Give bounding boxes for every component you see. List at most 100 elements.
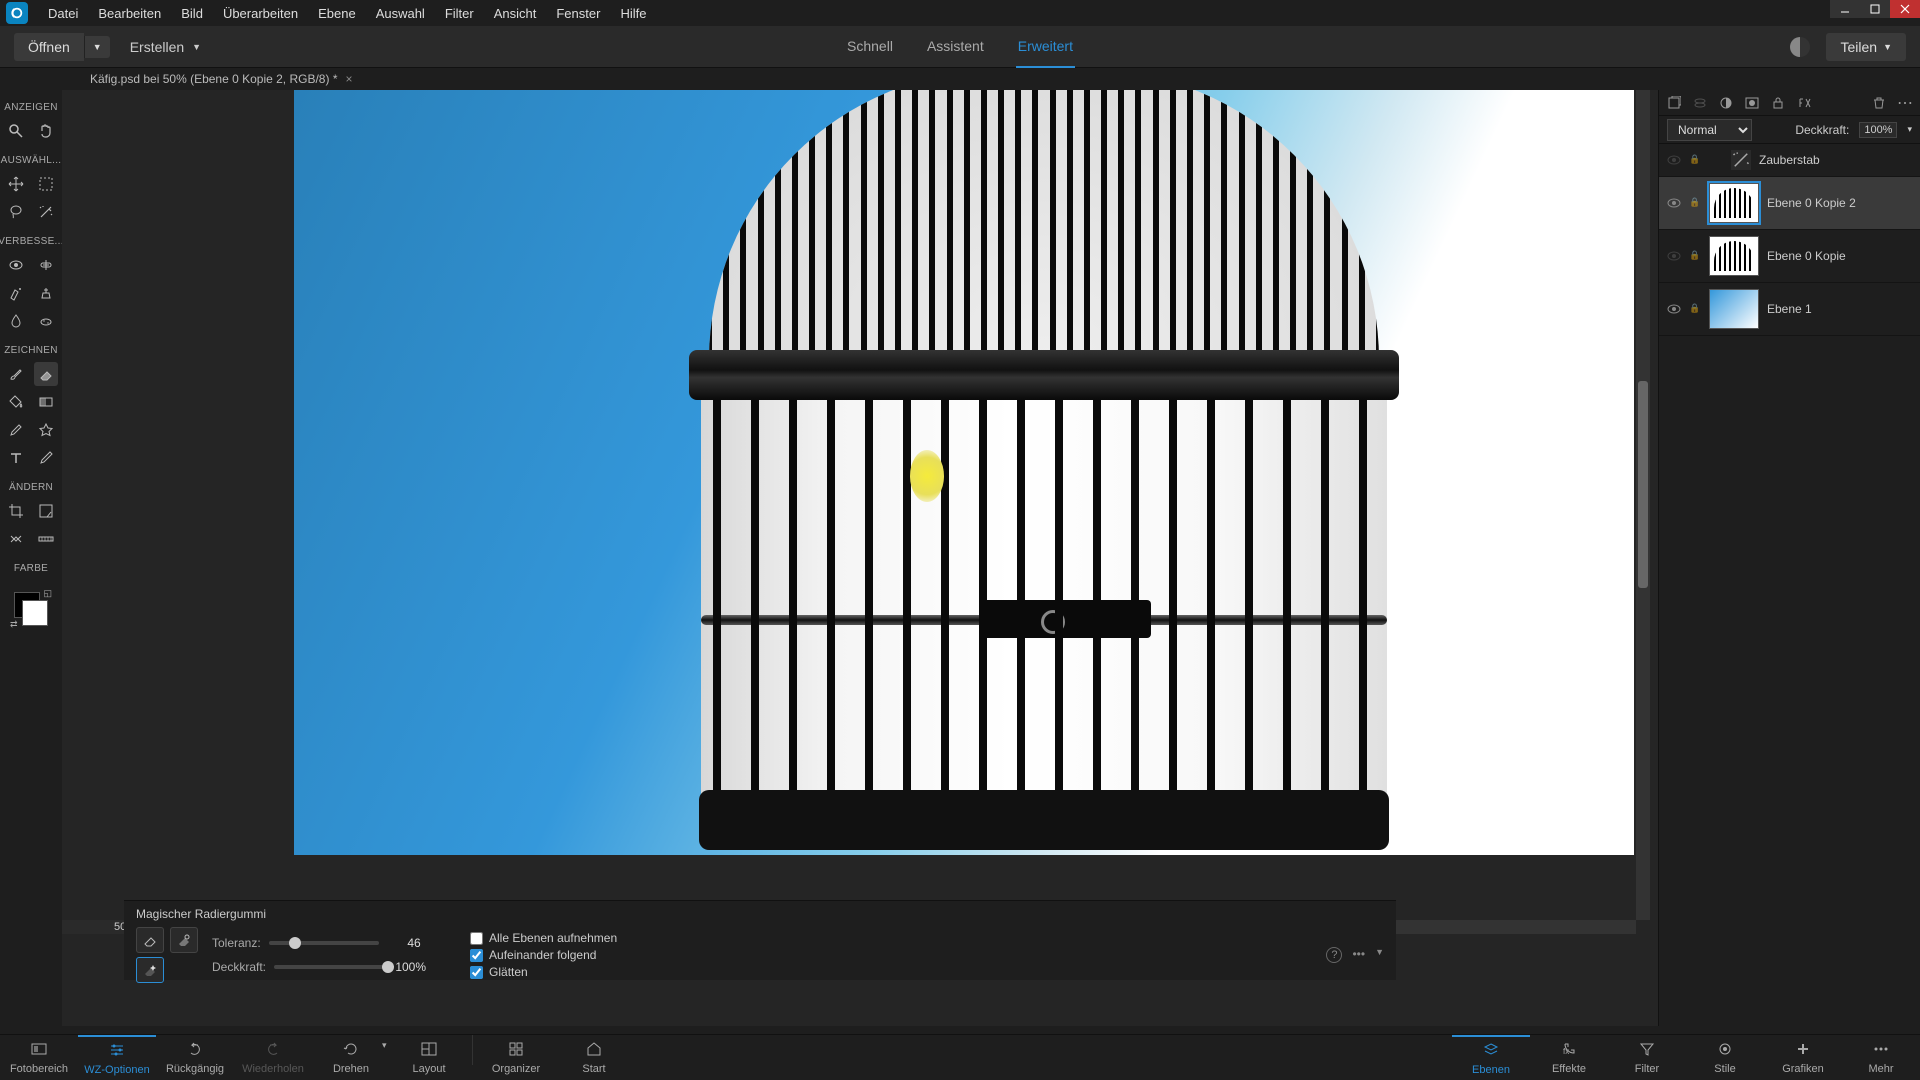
bottom-photo-bin-button[interactable]: Fotobereich: [0, 1035, 78, 1080]
zoom-tool[interactable]: [4, 119, 28, 143]
smart-brush-tool[interactable]: [4, 281, 28, 305]
panel-menu-icon[interactable]: •••: [1352, 947, 1365, 963]
opacity-slider[interactable]: [274, 965, 384, 969]
content-aware-tool[interactable]: [4, 527, 28, 551]
reset-colors-icon[interactable]: ◱: [43, 588, 52, 599]
layer-visibility-icon[interactable]: [1667, 196, 1681, 210]
recompose-tool[interactable]: [34, 499, 58, 523]
menu-auswahl[interactable]: Auswahl: [366, 0, 435, 26]
bottom-filters-button[interactable]: Filter: [1608, 1035, 1686, 1080]
bottom-redo-button[interactable]: Wiederholen: [234, 1035, 312, 1080]
layer-name[interactable]: Ebene 0 Kopie 2: [1767, 196, 1856, 210]
scrollbar-thumb[interactable]: [1638, 381, 1648, 589]
menu-filter[interactable]: Filter: [435, 0, 484, 26]
bottom-layers-button[interactable]: Ebenen: [1452, 1035, 1530, 1080]
menu-hilfe[interactable]: Hilfe: [610, 0, 656, 26]
layer-lock-icon[interactable]: 🔒: [1689, 154, 1701, 166]
close-tab-icon[interactable]: ×: [345, 72, 352, 86]
sponge-tool[interactable]: [34, 309, 58, 333]
mode-tab-guided[interactable]: Assistent: [925, 26, 986, 68]
opacity-value[interactable]: 100%: [392, 960, 426, 974]
layer-lock-icon[interactable]: 🔒: [1689, 197, 1701, 209]
bottom-undo-button[interactable]: Rückgängig: [156, 1035, 234, 1080]
gradient-tool[interactable]: [34, 390, 58, 414]
magic-eraser-mode-icon[interactable]: [136, 957, 164, 983]
bottom-graphics-button[interactable]: Grafiken: [1764, 1035, 1842, 1080]
layer-row[interactable]: 🔒 Ebene 0 Kopie 2: [1659, 177, 1920, 230]
eraser-mode-icon[interactable]: [136, 927, 164, 953]
blur-tool[interactable]: [4, 309, 28, 333]
color-picker-tool[interactable]: [4, 418, 28, 442]
vertical-scrollbar[interactable]: [1636, 90, 1650, 920]
swap-colors-icon[interactable]: ⇄: [10, 619, 18, 630]
window-close-button[interactable]: [1890, 0, 1920, 18]
blend-mode-select[interactable]: Normal: [1667, 119, 1752, 141]
tolerance-value[interactable]: 46: [387, 936, 421, 950]
contiguous-checkbox[interactable]: Aufeinander folgend: [470, 948, 617, 962]
type-tool[interactable]: [4, 446, 28, 470]
create-dropdown[interactable]: Erstellen▼: [130, 39, 201, 55]
layer-row[interactable]: 🔒Ebene 1: [1659, 283, 1920, 336]
shape-tool[interactable]: [34, 418, 58, 442]
mode-tab-expert[interactable]: Erweitert: [1016, 26, 1075, 68]
menu-ebene[interactable]: Ebene: [308, 0, 366, 26]
all-layers-checkbox[interactable]: Alle Ebenen aufnehmen: [470, 931, 617, 945]
menu-überarbeiten[interactable]: Überarbeiten: [213, 0, 308, 26]
open-dropdown[interactable]: ▼: [84, 36, 110, 58]
panel-menu-icon[interactable]: ⋯: [1896, 94, 1914, 112]
layer-visibility-icon[interactable]: [1667, 302, 1681, 316]
mode-tab-quick[interactable]: Schnell: [845, 26, 895, 68]
chevron-down-icon[interactable]: ▾: [1907, 124, 1912, 135]
bottom-styles-button[interactable]: Stile: [1686, 1035, 1764, 1080]
magic-wand-tool[interactable]: [34, 200, 58, 224]
paint-bucket-tool[interactable]: [4, 390, 28, 414]
theme-toggle-icon[interactable]: [1790, 37, 1810, 57]
window-maximize-button[interactable]: [1860, 0, 1890, 18]
layer-visibility-icon[interactable]: [1667, 153, 1681, 167]
help-icon[interactable]: ?: [1326, 947, 1342, 963]
document-canvas[interactable]: [294, 90, 1634, 855]
layer-name[interactable]: Ebene 0 Kopie: [1767, 249, 1846, 263]
menu-fenster[interactable]: Fenster: [546, 0, 610, 26]
lock-layer-icon[interactable]: [1769, 94, 1787, 112]
lasso-tool[interactable]: [4, 200, 28, 224]
share-dropdown[interactable]: Teilen▼: [1826, 33, 1906, 61]
bottom-rotate-button[interactable]: ▾Drehen: [312, 1035, 390, 1080]
menu-bearbeiten[interactable]: Bearbeiten: [88, 0, 171, 26]
layer-opacity-value[interactable]: 100%: [1859, 122, 1897, 138]
layer-visibility-icon[interactable]: [1667, 249, 1681, 263]
layer-fx-icon[interactable]: [1795, 94, 1813, 112]
crop-tool[interactable]: [4, 499, 28, 523]
pencil-tool[interactable]: [34, 446, 58, 470]
color-swatch[interactable]: ◱ ⇄: [10, 588, 52, 630]
tolerance-slider[interactable]: [269, 941, 379, 945]
collapse-panel-icon[interactable]: ▼: [1375, 947, 1384, 963]
layer-thumbnail[interactable]: [1709, 289, 1759, 329]
menu-ansicht[interactable]: Ansicht: [484, 0, 547, 26]
background-color[interactable]: [22, 600, 48, 626]
marquee-tool[interactable]: [34, 172, 58, 196]
menu-datei[interactable]: Datei: [38, 0, 88, 26]
layer-lock-icon[interactable]: 🔒: [1689, 250, 1701, 262]
spot-heal-tool[interactable]: [34, 253, 58, 277]
straighten-tool[interactable]: [34, 527, 58, 551]
background-eraser-mode-icon[interactable]: [170, 927, 198, 953]
open-button[interactable]: Öffnen: [14, 33, 84, 61]
document-tab-title[interactable]: Käfig.psd bei 50% (Ebene 0 Kopie 2, RGB/…: [90, 72, 337, 86]
brush-tool[interactable]: [4, 362, 28, 386]
layer-thumbnail[interactable]: [1709, 183, 1759, 223]
layer-thumbnail[interactable]: [1731, 150, 1751, 170]
eraser-tool[interactable]: [34, 362, 58, 386]
antialias-checkbox[interactable]: Glätten: [470, 965, 617, 979]
delete-layer-icon[interactable]: [1870, 94, 1888, 112]
layer-lock-icon[interactable]: 🔒: [1689, 303, 1701, 315]
canvas-area[interactable]: 50% Dok : 25,7M/116,6M ▶ Magischer Radie…: [62, 90, 1658, 1026]
clone-stamp-tool[interactable]: [34, 281, 58, 305]
bottom-organizer-button[interactable]: Organizer: [477, 1035, 555, 1080]
adjustment-layer-icon[interactable]: [1717, 94, 1735, 112]
layer-row[interactable]: 🔒 Ebene 0 Kopie: [1659, 230, 1920, 283]
window-minimize-button[interactable]: [1830, 0, 1860, 18]
layer-group-icon[interactable]: [1691, 94, 1709, 112]
redeye-tool[interactable]: [4, 253, 28, 277]
menu-bild[interactable]: Bild: [171, 0, 213, 26]
